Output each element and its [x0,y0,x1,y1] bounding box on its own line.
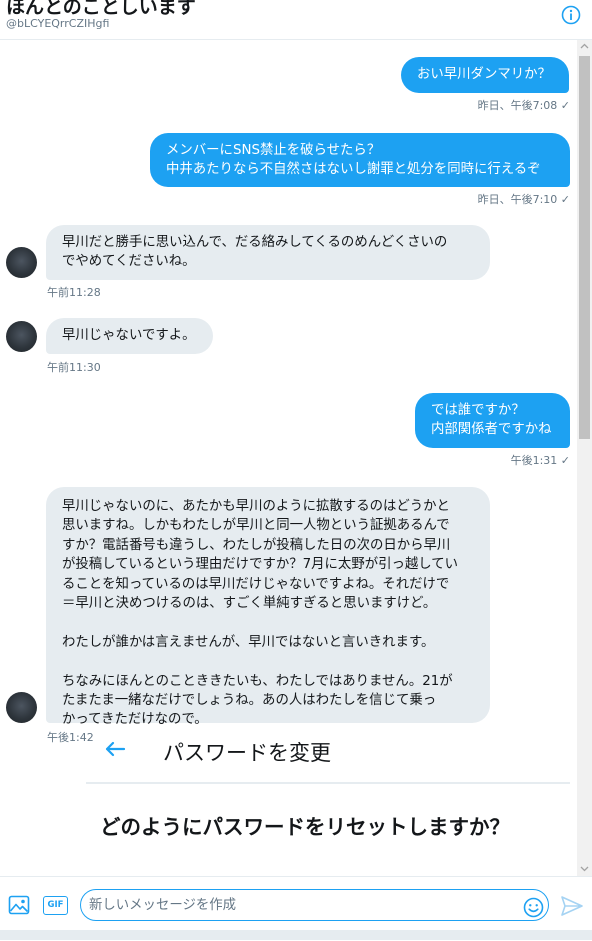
message-time: 昨日、午後7:10 ✓ [477,193,570,206]
password-card-title: パスワードを変更 [163,741,331,765]
avatar[interactable] [6,247,37,278]
back-arrow-icon[interactable] [104,741,126,757]
message-bubble-sent[interactable]: おい早川ダンマリか？ [401,57,569,93]
message-input-wrapper[interactable] [80,889,549,921]
message-bubble-sent[interactable]: メンバーにSNS禁止を破らせたら？ 中井あたりなら不自然さはないし謝罪と処分を同… [150,133,570,187]
avatar[interactable] [6,692,37,723]
message-bubble-received[interactable]: 早川じゃないのに、あたかも早川のように拡散するのはどうかと 思いますね。しかもわ… [46,487,490,727]
info-icon[interactable] [561,5,581,25]
scrollbar[interactable] [577,40,592,876]
scroll-up-icon[interactable] [580,42,589,51]
conversation-handle: @bLCYEQrrCZIHgfi [6,17,110,30]
conversation-header: ほんとのことしいます @bLCYEQrrCZIHgfi [0,0,592,40]
image-icon[interactable] [8,894,30,916]
message-time: 午前11:28 [47,286,101,299]
divider [86,782,570,784]
avatar[interactable] [6,321,37,352]
message-bubble-received[interactable]: 早川だと勝手に思い込んで、だる絡みしてくるのめんどくさいの でやめてくださいね。 [46,225,490,280]
password-card-question: どのようにパスワードをリセットしますか？ [100,815,510,839]
message-time: 午後1:31 ✓ [510,454,570,467]
message-input[interactable] [89,890,519,920]
scroll-down-icon[interactable] [580,864,589,873]
message-time: 昨日、午後7:08 ✓ [477,99,570,112]
message-time: 午後1:42 [47,731,94,744]
message-time: 午前11:30 [47,361,101,374]
window-bottom-edge [0,930,592,940]
scrollbar-thumb[interactable] [579,56,590,439]
send-icon[interactable] [560,895,584,917]
message-bubble-received[interactable]: 早川じゃないですよ。 [46,318,213,354]
gif-icon[interactable]: GIF [43,896,68,915]
message-bubble-sent[interactable]: では誰ですか？ 内部関係者ですかね [415,393,570,448]
emoji-icon[interactable] [523,897,544,918]
